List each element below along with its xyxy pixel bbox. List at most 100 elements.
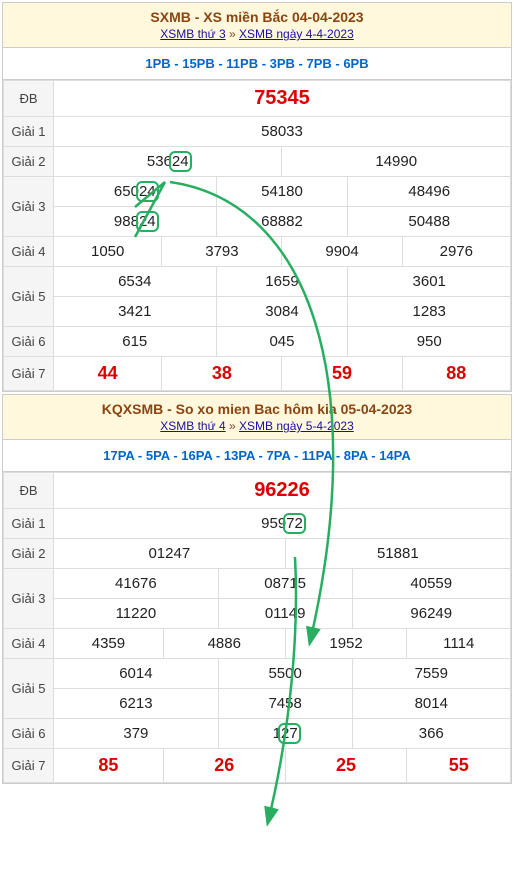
value-g2-0: 53624	[54, 147, 282, 177]
panel-header: KQXSMB - So xo mien Bac hôm kia 05-04-20…	[3, 395, 511, 440]
row-g5a: Giải 5 6534 1659 3601	[4, 267, 511, 297]
label-g2: Giải 2	[4, 147, 54, 177]
label-g3: Giải 3	[4, 177, 54, 237]
value-g3-4: 68882	[216, 207, 348, 237]
panel-links: XSMB thứ 4 » XSMB ngày 5-4-2023	[7, 419, 507, 433]
value-g7-3: 55	[407, 749, 511, 783]
row-g3a: Giải 3 41676 08715 40559	[4, 569, 511, 599]
row-g3b: 11220 01149 96249	[4, 599, 511, 629]
value-g6-2: 366	[352, 719, 510, 749]
value-g3-1: 54180	[216, 177, 348, 207]
row-g2: Giải 2 53624 14990	[4, 147, 511, 177]
row-g1: Giải 195972	[4, 509, 511, 539]
separator-icon: »	[229, 419, 236, 433]
value-g7-1: 26	[163, 749, 285, 783]
link-date[interactable]: XSMB ngày 4-4-2023	[239, 27, 354, 41]
results-table: ĐB75345 Giải 158033 Giải 2 53624 14990 G…	[3, 80, 511, 391]
highlight-27: 27	[281, 725, 298, 742]
value-g5-1: 1659	[216, 267, 348, 297]
value-g5-1: 5500	[218, 659, 352, 689]
highlight-72: 72	[286, 515, 303, 532]
label-g6: Giải 6	[4, 719, 54, 749]
row-g3b: 98824 68882 50488	[4, 207, 511, 237]
value-g6-1: 045	[216, 327, 348, 357]
label-g1: Giải 1	[4, 117, 54, 147]
value-g3-2: 48496	[348, 177, 511, 207]
value-g7-2: 59	[282, 357, 402, 391]
value-g7-1: 38	[162, 357, 282, 391]
value-g5-0: 6014	[54, 659, 219, 689]
row-g5a: Giải 5 6014 5500 7559	[4, 659, 511, 689]
value-g7-0: 85	[54, 749, 164, 783]
lottery-panel-2: KQXSMB - So xo mien Bac hôm kia 05-04-20…	[2, 394, 512, 784]
value-g4-2: 9904	[282, 237, 402, 267]
row-db: ĐB96226	[4, 473, 511, 509]
panel-links: XSMB thứ 3 » XSMB ngày 4-4-2023	[7, 27, 507, 41]
value-g3-3: 98824	[54, 207, 217, 237]
value-db: 96226	[54, 473, 511, 509]
separator-icon: »	[229, 27, 236, 41]
row-g4: Giải 4 4359 4886 1952 1114	[4, 629, 511, 659]
panel-title: KQXSMB - So xo mien Bac hôm kia 05-04-20…	[7, 401, 507, 417]
link-day[interactable]: XSMB thứ 4	[160, 419, 225, 433]
label-g7: Giải 7	[4, 357, 54, 391]
value-g3-0: 65024	[54, 177, 217, 207]
highlight-24: 24	[172, 153, 189, 170]
label-g2: Giải 2	[4, 539, 54, 569]
value-g2-1: 14990	[282, 147, 511, 177]
label-g6: Giải 6	[4, 327, 54, 357]
value-g5-0: 6534	[54, 267, 217, 297]
row-g4: Giải 4 1050 3793 9904 2976	[4, 237, 511, 267]
codes-row: 17PA - 5PA - 16PA - 13PA - 7PA - 11PA - …	[3, 440, 511, 472]
row-g7: Giải 7 85 26 25 55	[4, 749, 511, 783]
value-g3-2: 40559	[352, 569, 510, 599]
value-g7-0: 44	[54, 357, 162, 391]
row-g1: Giải 158033	[4, 117, 511, 147]
value-g6-1: 127	[218, 719, 352, 749]
value-g5-2: 7559	[352, 659, 510, 689]
value-g2-1: 51881	[285, 539, 510, 569]
link-date[interactable]: XSMB ngày 5-4-2023	[239, 419, 354, 433]
value-g3-4: 01149	[218, 599, 352, 629]
value-g1: 58033	[54, 117, 511, 147]
label-g5: Giải 5	[4, 659, 54, 719]
row-g5b: 3421 3084 1283	[4, 297, 511, 327]
value-db: 75345	[54, 81, 511, 117]
value-g5-5: 1283	[348, 297, 511, 327]
label-g4: Giải 4	[4, 237, 54, 267]
row-g3a: Giải 3 65024 54180 48496	[4, 177, 511, 207]
row-g5b: 6213 7458 8014	[4, 689, 511, 719]
value-g7-2: 25	[285, 749, 407, 783]
lottery-panel-1: SXMB - XS miền Bắc 04-04-2023 XSMB thứ 3…	[2, 2, 512, 392]
label-g5: Giải 5	[4, 267, 54, 327]
label-g4: Giải 4	[4, 629, 54, 659]
value-g4-3: 2976	[402, 237, 510, 267]
value-g6-0: 379	[54, 719, 219, 749]
value-g5-5: 8014	[352, 689, 510, 719]
value-g5-4: 7458	[218, 689, 352, 719]
value-g4-0: 4359	[54, 629, 164, 659]
highlight-24: 24	[139, 213, 156, 230]
link-day[interactable]: XSMB thứ 3	[160, 27, 225, 41]
label-g3: Giải 3	[4, 569, 54, 629]
row-g6: Giải 6 379 127 366	[4, 719, 511, 749]
value-g4-1: 4886	[163, 629, 285, 659]
label-db: ĐB	[4, 473, 54, 509]
value-g4-2: 1952	[285, 629, 407, 659]
panel-header: SXMB - XS miền Bắc 04-04-2023 XSMB thứ 3…	[3, 3, 511, 48]
value-g3-1: 08715	[218, 569, 352, 599]
value-g5-4: 3084	[216, 297, 348, 327]
row-g2: Giải 2 01247 51881	[4, 539, 511, 569]
label-g1: Giải 1	[4, 509, 54, 539]
value-g4-0: 1050	[54, 237, 162, 267]
value-g4-1: 3793	[162, 237, 282, 267]
value-g3-5: 50488	[348, 207, 511, 237]
value-g1: 95972	[54, 509, 511, 539]
highlight-24: 24	[139, 183, 156, 200]
value-g6-0: 615	[54, 327, 217, 357]
value-g5-3: 6213	[54, 689, 219, 719]
value-g5-3: 3421	[54, 297, 217, 327]
row-db: ĐB75345	[4, 81, 511, 117]
row-g7: Giải 7 44 38 59 88	[4, 357, 511, 391]
results-table: ĐB96226 Giải 195972 Giải 2 01247 51881 G…	[3, 472, 511, 783]
